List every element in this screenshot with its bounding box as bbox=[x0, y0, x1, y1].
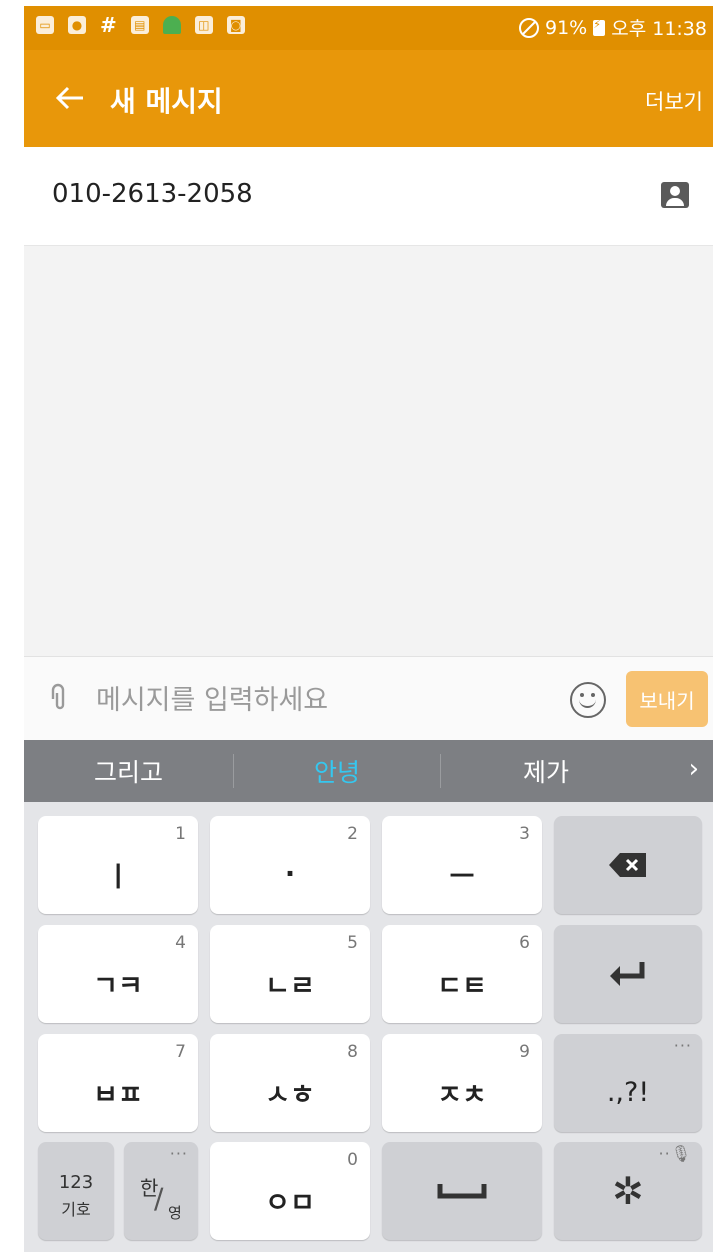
conversation-area bbox=[24, 246, 713, 656]
punctuation-key[interactable]: ··· .,?! bbox=[554, 1034, 702, 1132]
key-label: ㅂㅍ bbox=[93, 1079, 143, 1111]
key-label: ㄷㅌ bbox=[437, 970, 487, 1002]
compose-bar: 보내기 bbox=[24, 656, 713, 741]
space-icon bbox=[382, 1142, 542, 1240]
key-label: ㅡ bbox=[449, 861, 475, 893]
suggestion-bar: 그리고 안녕 제가 › bbox=[24, 740, 713, 802]
settings-key[interactable]: ··🎙 ✲ bbox=[554, 1142, 702, 1240]
key-label: ㄴㄹ bbox=[265, 970, 315, 1002]
key-eu[interactable]: 3 ㅡ bbox=[382, 816, 542, 914]
status-bar: ▭ ● # ▤ ◫ ◙ 91% 오후 11:38 bbox=[24, 6, 713, 50]
android-icon bbox=[162, 16, 181, 34]
app-bar: 새 메시지 더보기 bbox=[24, 50, 713, 147]
battery-icon bbox=[593, 18, 606, 36]
hash-icon: # bbox=[100, 13, 117, 37]
key-b[interactable]: 7 ㅂㅍ bbox=[38, 1034, 198, 1132]
space-key[interactable] bbox=[382, 1142, 542, 1240]
status-right: 91% 오후 11:38 bbox=[519, 14, 707, 41]
enter-button[interactable] bbox=[554, 925, 702, 1023]
contact-icon[interactable] bbox=[661, 182, 689, 208]
suggestion-item[interactable]: 그리고 bbox=[24, 753, 233, 789]
suggestion-item: 제가 bbox=[522, 758, 569, 787]
gallery-icon: ▭ bbox=[36, 16, 54, 34]
attach-icon[interactable] bbox=[35, 674, 83, 722]
key-label: ㅈㅊ bbox=[437, 1079, 487, 1111]
recipient-field[interactable]: 010-2613-2058 bbox=[24, 147, 713, 246]
key-dot[interactable]: 2 · bbox=[210, 816, 370, 914]
key-d[interactable]: 6 ㄷㅌ bbox=[382, 925, 542, 1023]
backspace-icon bbox=[554, 816, 702, 914]
suggestion-item[interactable]: 안녕 bbox=[234, 753, 440, 789]
screen-icon: ◫ bbox=[194, 16, 213, 34]
key-label: .,?! bbox=[606, 1076, 650, 1108]
key-label: · bbox=[284, 858, 296, 890]
shield-icon: ● bbox=[68, 16, 86, 34]
chevron-right-icon[interactable]: › bbox=[689, 754, 699, 784]
back-arrow-icon[interactable] bbox=[50, 78, 90, 118]
photo-icon: ◙ bbox=[226, 16, 245, 34]
key-label: ㅅㅎ bbox=[265, 1079, 315, 1111]
symbols-key[interactable]: 123 기호 bbox=[38, 1142, 114, 1240]
key-j[interactable]: 9 ㅈㅊ bbox=[382, 1034, 542, 1132]
key-label: ㅇㅁ bbox=[265, 1187, 315, 1219]
notification-icons: ▭ ● # ▤ ◫ ◙ bbox=[36, 13, 245, 37]
message-input[interactable] bbox=[94, 677, 558, 723]
gear-icon: ✲ bbox=[612, 1169, 644, 1213]
dnd-icon bbox=[519, 17, 539, 38]
battery-percent: 91% bbox=[545, 16, 588, 39]
status-time: 오후 11:38 bbox=[611, 18, 707, 40]
key-label: ㅣ bbox=[105, 861, 131, 893]
key-i[interactable]: 1 ㅣ bbox=[38, 816, 198, 914]
slash-glyph: ∕ bbox=[154, 1182, 164, 1215]
keyboard: 1 ㅣ 2 · 3 ㅡ 4 ㄱㅋ 5 ㄴㄹ 6 ㄷㅌ 7 ㅂㅍ 8 ㅅㅎ 9 ㅈ… bbox=[24, 802, 713, 1252]
key-label: ㄱㅋ bbox=[93, 970, 143, 1002]
language-key[interactable]: ··· 한 ∕ 영 bbox=[124, 1142, 198, 1240]
key-o[interactable]: 0 ㅇㅁ bbox=[210, 1142, 370, 1240]
more-button[interactable]: 더보기 bbox=[645, 86, 703, 116]
key-label: 123 bbox=[58, 1172, 94, 1193]
key-label: 기호 bbox=[61, 1200, 91, 1219]
key-label: 영 bbox=[168, 1204, 182, 1222]
enter-icon bbox=[554, 925, 702, 1023]
message-icon: ▤ bbox=[130, 16, 149, 34]
emoji-icon[interactable] bbox=[570, 682, 606, 718]
backspace-button[interactable] bbox=[554, 816, 702, 914]
recipient-number[interactable]: 010-2613-2058 bbox=[52, 179, 253, 209]
screen: ▭ ● # ▤ ◫ ◙ 91% 오후 11:38 새 메시지 더보기 010-2… bbox=[24, 6, 713, 1252]
more-dots-icon: ··· bbox=[169, 1144, 188, 1163]
send-button[interactable]: 보내기 bbox=[626, 671, 708, 727]
key-s[interactable]: 8 ㅅㅎ bbox=[210, 1034, 370, 1132]
key-g[interactable]: 4 ㄱㅋ bbox=[38, 925, 198, 1023]
page-title: 새 메시지 bbox=[110, 85, 223, 118]
key-n[interactable]: 5 ㄴㄹ bbox=[210, 925, 370, 1023]
